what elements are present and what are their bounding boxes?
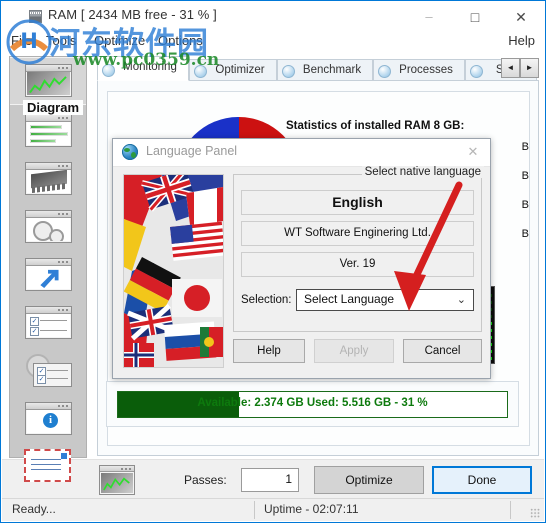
tab-optimizer[interactable]: Optimizer <box>189 59 277 81</box>
current-language-field: English <box>241 190 474 215</box>
selection-label: Selection: <box>241 294 292 306</box>
statistics-title: Statistics of installed RAM 8 GB: <box>286 120 465 132</box>
close-button[interactable]: ✕ <box>498 1 544 31</box>
tab-label: Optimizer <box>215 64 265 76</box>
resize-grip-icon[interactable] <box>530 508 540 518</box>
dialog-hint: Select native language <box>361 166 484 178</box>
bars-window-icon <box>25 114 72 147</box>
sidebar-item-shortcuts[interactable] <box>25 258 72 291</box>
status-ready-text: Ready... <box>12 502 56 516</box>
tab-label: Monitoring <box>123 61 177 73</box>
gear-checklist-icon: ✓ ✓ <box>25 354 72 387</box>
dialog-title: Language Panel <box>146 144 238 158</box>
memory-usage-bar: Available: 2.374 GB Used: 5.516 GB - 31 … <box>117 391 508 418</box>
minimize-icon: – <box>425 9 433 24</box>
tab-scroll-right-icon[interactable]: ► <box>520 58 539 78</box>
stat-row: B <box>521 199 529 211</box>
menu-tools[interactable]: Tools <box>46 33 76 48</box>
sidebar-item-monitoring[interactable] <box>10 57 86 105</box>
tab-bullet-icon <box>102 64 115 77</box>
window-title: RAM [ 2434 MB free - 31 % ] <box>48 7 217 22</box>
tab-processes[interactable]: Processes <box>373 59 465 81</box>
tab-bullet-icon <box>282 65 295 78</box>
tab-scroll-left-icon[interactable]: ◄ <box>501 58 520 78</box>
world-flags-image <box>123 174 224 368</box>
sidebar-item-settings[interactable] <box>25 210 72 243</box>
tab-bullet-icon <box>470 65 483 78</box>
chart-window-icon <box>25 64 72 97</box>
close-icon: ✕ <box>515 9 527 25</box>
chip-window-icon <box>25 162 72 195</box>
tab-monitoring[interactable]: Monitoring <box>97 56 189 81</box>
sidebar-item-memory-bars[interactable] <box>25 114 72 147</box>
optimize-button[interactable]: Optimize <box>314 466 424 494</box>
dialog-title-bar: Language Panel ✕ <box>113 139 490 167</box>
language-panel-dialog: Language Panel ✕ Select native language … <box>112 138 491 379</box>
action-bar: Passes: 1 Optimize Done <box>2 459 544 501</box>
language-select-value: Select Language <box>304 292 395 306</box>
dialog-close-icon[interactable]: ✕ <box>464 143 482 161</box>
language-select[interactable]: Select Language ⌄ <box>296 289 474 311</box>
sidebar-item-tasks[interactable]: ✓ ✓ <box>25 306 72 339</box>
minimize-button[interactable]: – <box>406 1 452 31</box>
sidebar-item-hardware[interactable] <box>25 162 72 195</box>
done-button[interactable]: Done <box>432 466 532 494</box>
passes-input[interactable]: 1 <box>241 468 299 492</box>
menu-options[interactable]: Options <box>158 33 203 48</box>
diagram-title: Diagram <box>23 100 84 115</box>
maximize-icon: □ <box>470 9 480 25</box>
menu-help[interactable]: Help <box>508 33 535 48</box>
optimize-chart-icon <box>99 465 135 495</box>
stat-row: B <box>521 170 529 182</box>
sidebar-item-auto-tasks[interactable]: ✓ ✓ <box>25 354 72 387</box>
title-bar: RAM [ 2434 MB free - 31 % ] – □ ✕ <box>1 1 545 34</box>
globe-icon <box>122 144 138 160</box>
stat-row: B <box>521 228 529 240</box>
dialog-apply-button: Apply <box>314 339 394 363</box>
tab-label: Processes <box>399 64 453 76</box>
tab-label: Benchmark <box>302 64 362 76</box>
arrow-window-icon <box>25 258 72 291</box>
checklist-window-icon: ✓ ✓ <box>25 306 72 339</box>
tab-strip: Monitoring Optimizer Benchmark Processes… <box>97 56 539 81</box>
dialog-cancel-button[interactable]: Cancel <box>403 339 482 363</box>
tab-benchmark[interactable]: Benchmark <box>277 59 373 81</box>
version-field: Ver. 19 <box>241 252 474 277</box>
status-bar: Ready... Uptime - 02:07:11 <box>2 498 544 521</box>
menu-bar: File Tools Optimize Options Help <box>1 31 545 53</box>
statistics-values: B B B B <box>522 141 529 257</box>
passes-label: Passes: <box>184 473 227 487</box>
sidebar-item-contact[interactable] <box>24 449 71 482</box>
dialog-help-button[interactable]: Help <box>233 339 305 363</box>
ram-chip-icon <box>29 10 42 23</box>
menu-file[interactable]: File <box>11 33 32 48</box>
info-window-icon: i <box>25 402 72 435</box>
gears-window-icon <box>25 210 72 243</box>
menu-optimize[interactable]: Optimize <box>94 33 145 48</box>
sidebar-item-about[interactable]: i <box>25 402 72 435</box>
tab-bullet-icon <box>194 65 207 78</box>
company-field: WT Software Enginering Ltd. <box>241 221 474 246</box>
tab-scroll-controls[interactable]: ◄ ► <box>501 58 539 78</box>
status-uptime-text: Uptime - 02:07:11 <box>264 502 359 516</box>
envelope-icon <box>24 449 71 482</box>
application-window: RAM [ 2434 MB free - 31 % ] – □ ✕ File T… <box>0 0 546 523</box>
memory-usage-text: Available: 2.374 GB Used: 5.516 GB - 31 … <box>197 397 428 409</box>
stat-row: B <box>521 141 529 153</box>
chevron-down-icon: ⌄ <box>456 294 466 306</box>
tab-bullet-icon <box>378 65 391 78</box>
maximize-button[interactable]: □ <box>452 1 498 31</box>
sidebar: ✓ ✓ ✓ ✓ i <box>9 56 87 458</box>
memory-summary-group: Available: 2.374 GB Used: 5.516 GB - 31 … <box>106 381 530 447</box>
